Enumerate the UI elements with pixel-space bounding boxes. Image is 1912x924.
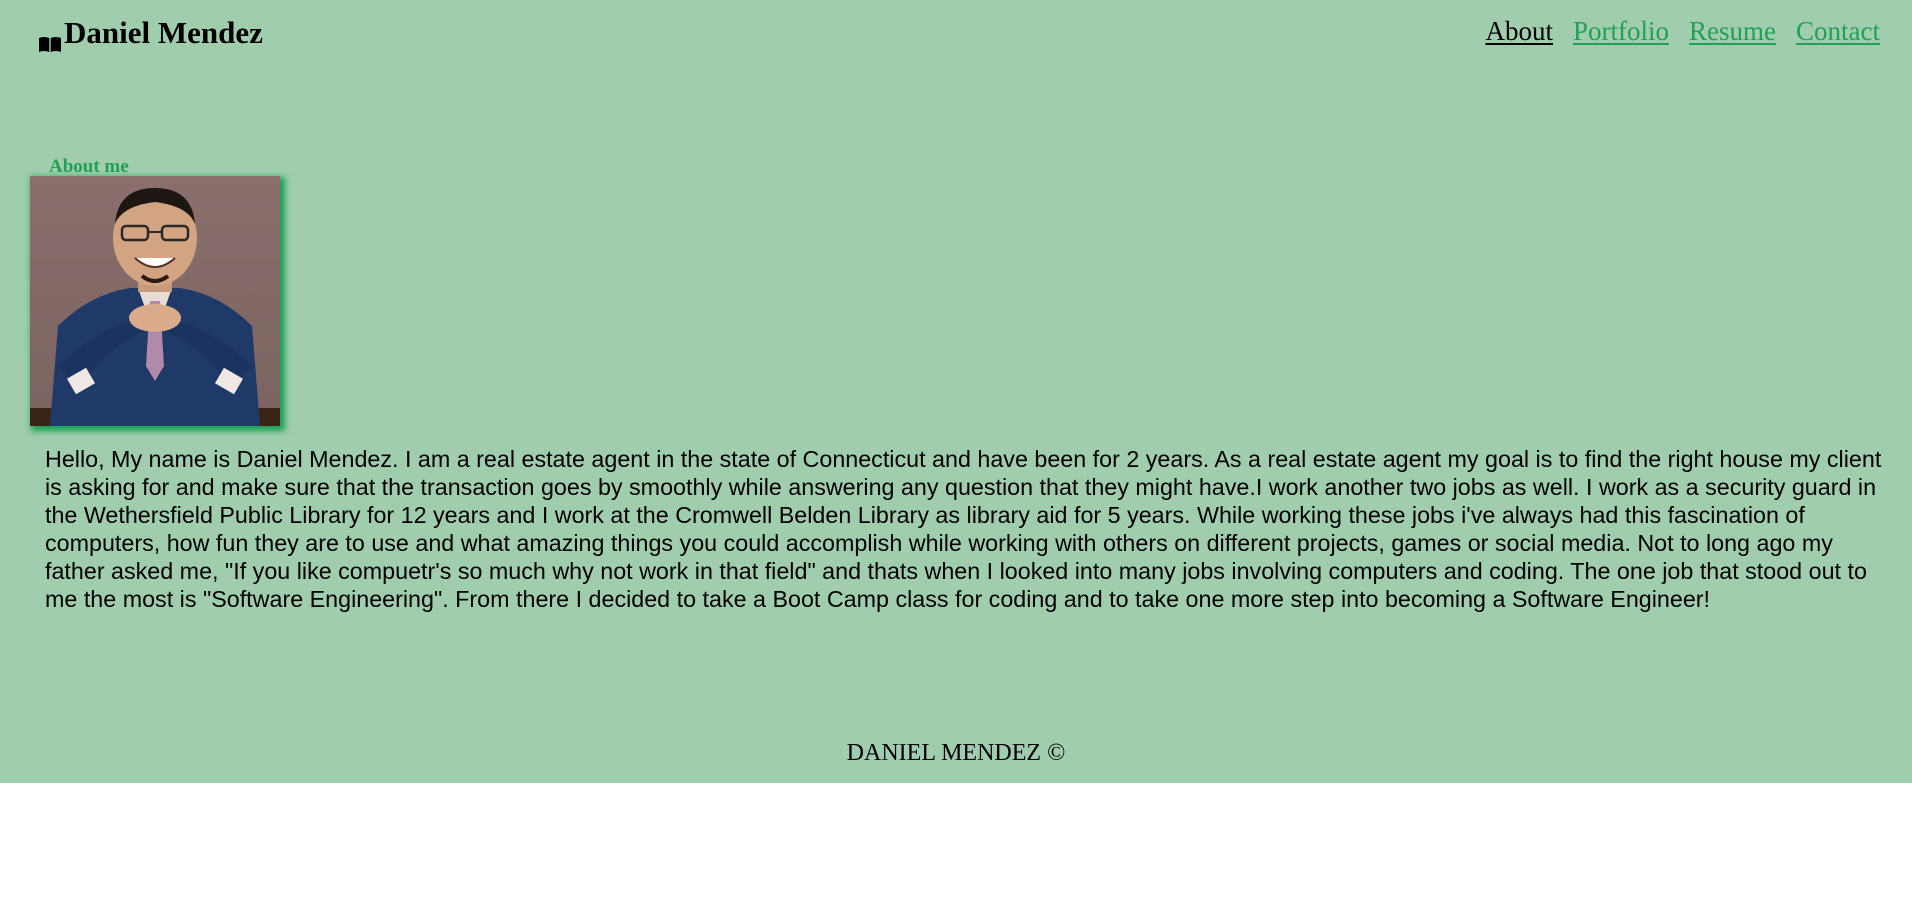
brand-name: Daniel Mendez [64,15,263,50]
nav-link-contact[interactable]: Contact [1796,16,1880,47]
page-content: Daniel Mendez About Portfolio Resume Con… [0,0,1912,783]
profile-photo [30,176,280,426]
section-title: About me [49,155,129,177]
nav-link-portfolio[interactable]: Portfolio [1573,16,1669,47]
site-brand[interactable]: Daniel Mendez [38,15,263,52]
footer-text: DANIEL MENDEZ © [846,740,1066,766]
bio-paragraph: Hello, My name is Daniel Mendez. I am a … [45,446,1882,612]
book-open-icon [38,27,62,52]
site-footer: DANIEL MENDEZ © [0,740,1912,767]
nav-link-about[interactable]: About [1486,16,1554,47]
nav-link-resume[interactable]: Resume [1689,16,1776,47]
main-nav: About Portfolio Resume Contact [1486,16,1881,47]
